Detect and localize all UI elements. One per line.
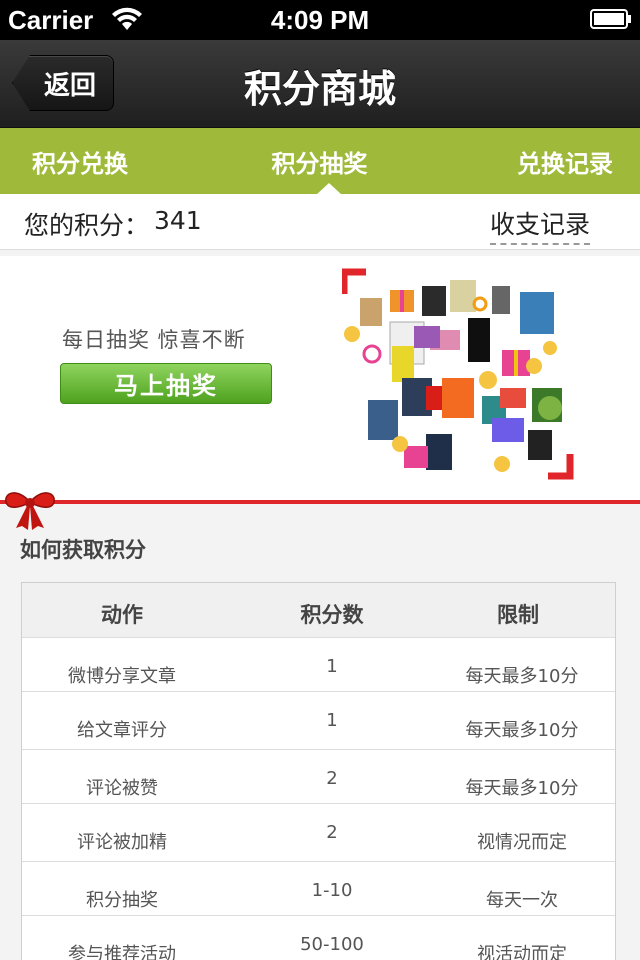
cell-points: 1 (326, 710, 338, 731)
cell-action: 积分抽奖 (86, 890, 158, 911)
cell-action: 评论被加精 (77, 832, 167, 853)
cell-points: 50-100 (300, 934, 364, 955)
cell-points: 2 (326, 822, 338, 843)
cell-action: 参与推荐活动 (68, 944, 176, 960)
battery-icon (590, 9, 631, 29)
table-row: 评论被加精 2 视情况而定 (22, 803, 615, 857)
draw-now-button[interactable]: 马上抽奖 (60, 363, 272, 404)
cell-action: 微博分享文章 (68, 666, 176, 687)
banner-tagline: 每日抽奖 惊喜不断 (62, 328, 246, 352)
column-header-action: 动作 (101, 603, 143, 627)
points-rules-table: 动作 积分数 限制 微博分享文章 1 每天最多10分 给文章评分 1 每天最多1… (21, 582, 616, 960)
table-row: 参与推荐活动 50-100 视活动而定 (22, 915, 615, 960)
table-row: 给文章评分 1 每天最多10分 (22, 691, 615, 745)
cell-limit: 每天最多10分 (465, 666, 579, 687)
page-title: 积分商城 (243, 67, 396, 111)
table-row: 评论被赞 2 每天最多10分 (22, 749, 615, 803)
section-title: 如何获取积分 (20, 538, 146, 562)
cell-points: 1 (326, 656, 338, 677)
cell-limit: 视情况而定 (477, 832, 567, 853)
tab-points-exchange[interactable]: 积分兑换 (0, 128, 213, 194)
status-bar: Carrier 4:09 PM (0, 0, 640, 40)
cell-limit: 每天一次 (486, 890, 558, 911)
points-value: 341 (154, 206, 202, 235)
ribbon-line (0, 500, 640, 504)
points-label: 您的积分： (24, 211, 150, 240)
clock: 4:09 PM (270, 5, 370, 35)
cell-action: 给文章评分 (77, 720, 167, 741)
prizes-collage-image (342, 268, 574, 480)
cell-limit: 视活动而定 (477, 944, 567, 960)
table-header: 动作 积分数 限制 (22, 583, 615, 637)
cell-points: 1-10 (311, 880, 353, 901)
table-row: 积分抽奖 1-10 每天一次 (22, 861, 615, 915)
ribbon-bow-icon (5, 492, 55, 530)
ledger-link[interactable]: 收支记录 (489, 205, 590, 245)
navigation-bar: 返回 积分商城 (0, 40, 640, 128)
cell-points: 2 (326, 768, 338, 789)
column-header-points: 积分数 (300, 603, 364, 627)
column-header-limit: 限制 (497, 603, 539, 627)
points-summary: 您的积分： 341 收支记录 (0, 194, 640, 250)
table-row: 微博分享文章 1 每天最多10分 (22, 637, 615, 691)
tab-exchange-history[interactable]: 兑换记录 (426, 128, 639, 194)
cell-limit: 每天最多10分 (465, 778, 579, 799)
cell-action: 评论被赞 (86, 778, 158, 799)
cell-limit: 每天最多10分 (465, 720, 579, 741)
lottery-banner: 每日抽奖 惊喜不断 马上抽奖 (0, 256, 640, 502)
